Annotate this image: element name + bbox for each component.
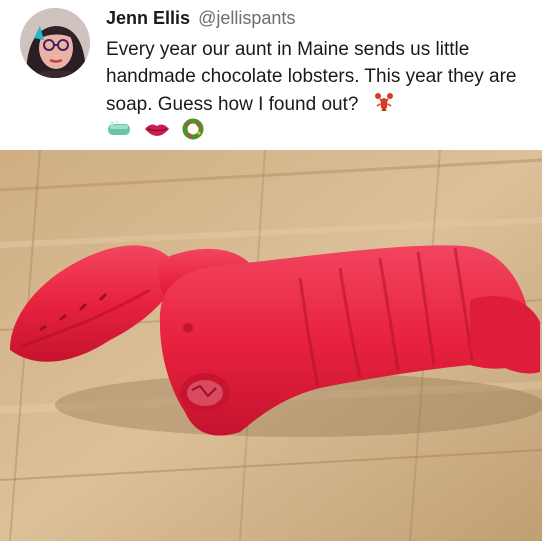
tweet-text: Every year our aunt in Maine sends us li… xyxy=(106,36,526,122)
lips-emoji xyxy=(144,121,170,142)
soap-bar-emoji xyxy=(106,120,132,143)
lobster-emoji xyxy=(372,90,396,122)
tweet-body: Every year our aunt in Maine sends us li… xyxy=(106,39,517,115)
wreath-emoji xyxy=(182,118,204,145)
avatar[interactable] xyxy=(20,8,90,78)
emoji-row xyxy=(106,118,204,145)
tweet-photo[interactable] xyxy=(0,150,542,541)
display-name[interactable]: Jenn Ellis xyxy=(106,8,190,28)
author-line: Jenn Ellis @jellispants xyxy=(106,7,295,29)
lobster-soap-photo xyxy=(0,150,542,541)
tweet-header: Jenn Ellis @jellispants Every year our a… xyxy=(0,0,542,150)
user-handle[interactable]: @jellispants xyxy=(198,8,295,28)
